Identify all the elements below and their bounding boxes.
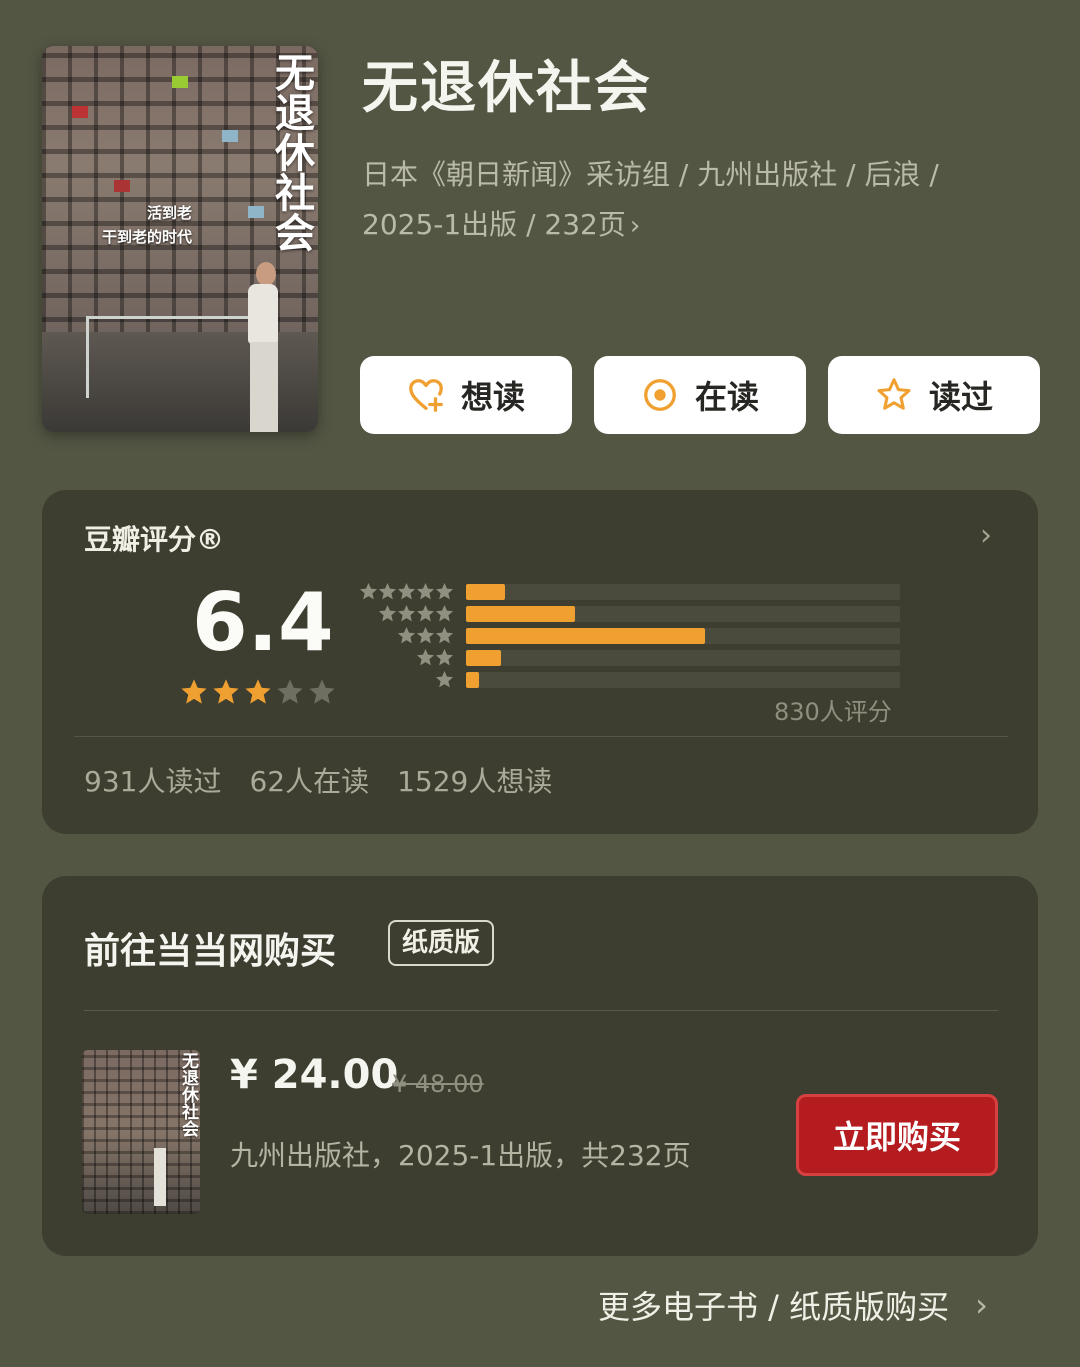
rating-score: 6.4 xyxy=(192,576,334,669)
price: ¥ 24.00 xyxy=(230,1052,399,1098)
star-filled-icon xyxy=(245,679,271,704)
cover-window xyxy=(114,180,130,192)
purchase-meta: 九州出版社，2025-1出版，共232页 xyxy=(230,1139,691,1172)
thumbnail-title: 无退休社会 xyxy=(178,1052,198,1137)
star-icon xyxy=(397,626,416,644)
distribution-bar-track xyxy=(466,584,900,600)
cover-window xyxy=(172,76,188,88)
have-read-button[interactable]: 读过 xyxy=(828,356,1040,434)
rating-count: 830人评分 xyxy=(774,698,892,726)
more-purchase-link[interactable]: 更多电子书 / 纸质版购买 › xyxy=(598,1282,988,1328)
rating-distribution xyxy=(354,582,914,692)
distribution-bar xyxy=(466,672,480,688)
original-price: ¥ 48.00 xyxy=(392,1070,484,1098)
star-icon xyxy=(435,626,454,644)
target-icon xyxy=(644,379,676,411)
distribution-row xyxy=(354,626,914,648)
star-icon xyxy=(416,626,435,644)
star-icon xyxy=(397,582,416,600)
distribution-row xyxy=(354,604,914,626)
cover-subtitle-1: 活到老 xyxy=(146,204,192,222)
distribution-row xyxy=(354,648,914,670)
star-outline-icon xyxy=(877,378,911,410)
book-meta-line-2: 2025-1出版 / 232页 › xyxy=(362,200,1002,251)
distribution-stars xyxy=(359,582,454,601)
reader-stats: 931人读过 62人在读 1529人想读 xyxy=(84,760,552,800)
distribution-bar-track xyxy=(466,606,900,622)
distribution-stars xyxy=(416,648,454,667)
cover-window xyxy=(222,130,238,142)
star-filled-icon xyxy=(181,679,207,704)
chevron-right-icon: › xyxy=(975,1286,988,1324)
distribution-bar-track xyxy=(466,628,900,644)
distribution-stars xyxy=(378,604,454,623)
star-icon xyxy=(435,582,454,600)
want-to-read-button[interactable]: 想读 xyxy=(360,356,572,434)
stat-read: 931人读过 xyxy=(84,765,222,798)
stat-reading: 62人在读 xyxy=(249,765,370,798)
cover-subtitle-2: 干到老的时代 xyxy=(101,228,192,246)
distribution-row xyxy=(354,582,914,604)
cover-figure-body xyxy=(248,284,278,344)
buy-now-button[interactable]: 立即购买 xyxy=(796,1094,998,1176)
star-empty-icon xyxy=(309,679,335,704)
distribution-bar xyxy=(466,650,501,666)
cover-title: 无退休社会 xyxy=(268,52,314,252)
book-meta-line-2-text: 2025-1出版 / 232页 xyxy=(362,208,626,241)
star-icon xyxy=(435,670,454,688)
rating-label: 豆瓣评分® xyxy=(84,523,225,556)
purchase-title: 前往当当网购买 xyxy=(84,931,337,972)
star-icon xyxy=(378,604,397,622)
star-icon xyxy=(359,582,378,600)
distribution-row xyxy=(354,670,914,692)
chevron-right-icon: › xyxy=(629,211,641,241)
divider xyxy=(74,736,1008,737)
star-icon xyxy=(416,648,435,666)
purchase-card: 前往当当网购买 纸质版 无退休社会 ¥ 24.00 ¥ 48.00 九州出版社，… xyxy=(42,876,1038,1256)
distribution-bar xyxy=(466,606,575,622)
stat-want: 1529人想读 xyxy=(397,765,553,798)
have-read-label: 读过 xyxy=(928,378,993,416)
cover-figure-head xyxy=(256,262,276,286)
thumbnail-figure xyxy=(154,1148,166,1206)
cover-figure-legs xyxy=(250,342,278,432)
star-icon xyxy=(416,582,435,600)
star-icon xyxy=(435,648,454,666)
heart-plus-icon xyxy=(409,379,443,412)
want-to-read-label: 想读 xyxy=(460,378,525,416)
distribution-bar xyxy=(466,584,506,600)
distribution-stars xyxy=(397,626,454,645)
cover-window xyxy=(72,106,88,118)
cover-window xyxy=(248,206,264,218)
book-title: 无退休社会 xyxy=(362,56,652,121)
book-cover[interactable]: 无退休社会 活到老 干到老的时代 xyxy=(42,46,318,432)
edition-badge: 纸质版 xyxy=(388,920,495,966)
distribution-bar-track xyxy=(466,650,900,666)
rating-card[interactable]: 豆瓣评分® › 6.4 830人评分 931人读过 62人在读 1529人想读 xyxy=(42,490,1038,834)
distribution-stars xyxy=(435,670,454,689)
distribution-bar xyxy=(466,628,705,644)
star-filled-icon xyxy=(213,679,239,704)
divider xyxy=(84,1010,998,1011)
book-meta-line-1: 日本《朝日新闻》采访组 / 九州出版社 / 后浪 / xyxy=(362,158,939,191)
star-empty-icon xyxy=(277,679,303,704)
star-icon xyxy=(416,604,435,622)
star-icon xyxy=(397,604,416,622)
book-thumbnail: 无退休社会 xyxy=(82,1050,200,1214)
reading-button[interactable]: 在读 xyxy=(594,356,806,434)
star-icon xyxy=(435,604,454,622)
book-meta[interactable]: 日本《朝日新闻》采访组 / 九州出版社 / 后浪 / 2025-1出版 / 23… xyxy=(362,150,1002,251)
chevron-right-icon[interactable]: › xyxy=(980,518,992,553)
distribution-bar-track xyxy=(466,672,900,688)
star-icon xyxy=(378,582,397,600)
reading-label: 在读 xyxy=(694,378,759,416)
rating-stars xyxy=(180,678,336,706)
more-purchase-label: 更多电子书 / 纸质版购买 xyxy=(598,1288,950,1326)
